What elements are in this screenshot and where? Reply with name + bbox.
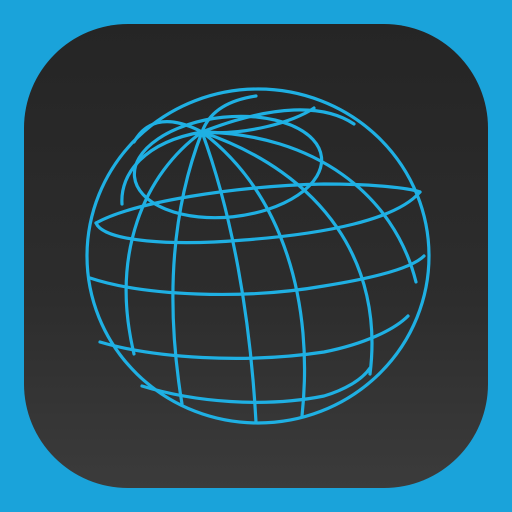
latitude-ring-equator [88,254,426,296]
longitude-line [171,130,204,406]
latitude-ring-lower [98,314,410,360]
longitude-line [200,130,418,284]
app-icon-frame [0,0,512,512]
globe-icon [85,87,431,425]
app-icon-tile[interactable] [24,24,488,488]
latitude-ring-top [132,114,324,220]
longitude-line [200,94,258,134]
